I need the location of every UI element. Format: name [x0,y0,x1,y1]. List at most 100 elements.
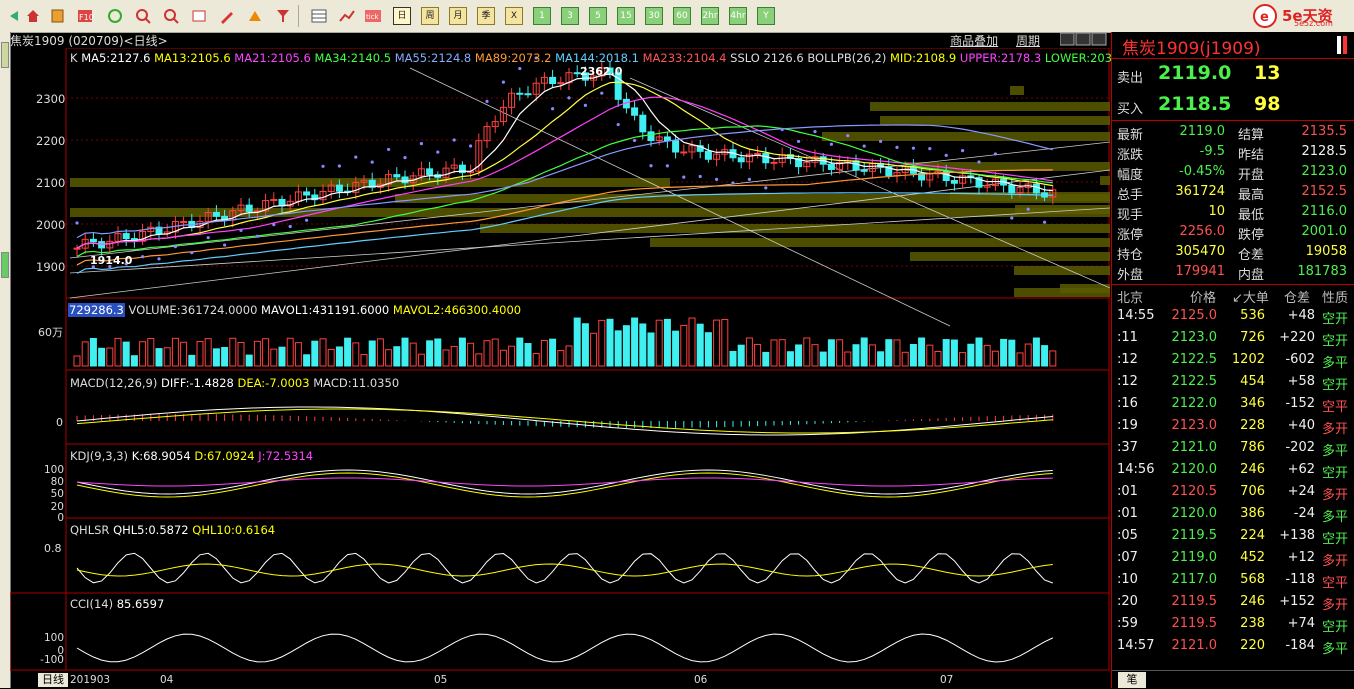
volume-bar [311,340,319,367]
sar-dot [747,177,752,181]
volume-bar [770,339,778,367]
candle-body [1008,184,1016,194]
period-30min-button[interactable]: 30 [645,7,663,25]
sar-dot [879,139,883,143]
period-2hr-button[interactable]: 2hr [701,7,719,25]
volume-bar [114,337,122,367]
line-chart-icon[interactable] [338,7,356,25]
y-tick-label: 1900 [36,260,66,274]
volume-bar [713,319,721,367]
period-x-button[interactable]: X [505,7,523,25]
stat-row: 涨跌 -9.5 昨结 2128.5 [1117,144,1347,163]
period-daily-button[interactable]: 日 [393,7,411,25]
period-60min-button[interactable]: 60 [673,7,691,25]
y-tick-label: 2000 [36,218,66,232]
sar-dot [485,99,489,103]
notebook-icon[interactable] [48,7,66,25]
volume-bar [434,338,442,367]
sidebar-tab[interactable] [1,252,9,278]
stat-row: 持仓 305470 仓差 19058 [1117,244,1347,263]
period-5min-button[interactable]: 5 [589,7,607,25]
trade-row: 14:57 2121.0 220 -184 多平 [1117,638,1349,657]
filter-icon[interactable] [274,7,292,25]
sar-dot [649,164,653,168]
volume-bar [171,337,179,367]
zoom-in-icon[interactable] [134,7,152,25]
volume-bar [319,338,327,367]
trade-row: :12 2122.5 454 +58 空开 [1117,374,1349,393]
kdj-tick-label: 100 [43,464,64,476]
refresh-icon[interactable] [106,7,124,25]
table-icon[interactable] [310,7,328,25]
stat-row: 总手 361724 最高 2152.5 [1117,184,1347,203]
volume-bar [532,353,540,367]
chart-area[interactable]: 焦炭1909 (020709)<日线> 商品叠加 周期 K MA5:2127.6… [10,32,1119,688]
volume-bar [827,339,835,367]
panel-frame [65,592,1110,671]
volume-bar [155,348,163,367]
f10-icon[interactable]: F10 [76,7,94,25]
tick-icon[interactable]: tick [364,7,382,25]
volume-bar [1041,345,1049,367]
draw-icon[interactable] [246,7,264,25]
volume-bar [762,351,770,367]
volume-bar [868,344,876,367]
volume-bar [786,351,794,367]
tick-tab[interactable]: 笔 [1118,672,1146,688]
period-15min-button[interactable]: 15 [617,7,635,25]
svg-text:tick: tick [366,13,380,21]
trade-row: :01 2120.0 386 -24 多平 [1117,506,1349,525]
stat-row: 现手 10 最低 2116.0 [1117,204,1347,223]
sar-dot [616,122,620,127]
volume-bar [81,341,89,367]
bid-row: 买入 2118.5 98 [1117,93,1281,117]
volume-bar [721,319,729,367]
candle-body [335,184,343,192]
trade-row: :01 2120.5 706 +24 多开 [1117,484,1349,503]
sidebar-tab[interactable] [1,42,9,68]
volume-bar [885,339,893,367]
daily-tab[interactable]: 日线 [38,673,68,687]
period-4hr-button[interactable]: 4hr [729,7,747,25]
volume-bar [1016,352,1024,367]
sar-dot [698,174,702,179]
nav-arrows-icon[interactable] [1060,32,1108,46]
period-1min-button[interactable]: 1 [533,7,551,25]
volume-bar [229,337,237,367]
volume-bar [745,337,753,367]
sar-dot [469,144,473,148]
volume-bar [991,350,999,367]
volume-bar [893,339,901,367]
pen-icon[interactable] [218,7,236,25]
zoom-out-icon[interactable] [162,7,180,25]
period-weekly-button[interactable]: 周 [421,7,439,25]
split-icon[interactable] [1337,36,1349,54]
window-icon[interactable] [190,7,208,25]
volume-bar [303,354,311,367]
volume-bar [204,338,212,367]
volume-bar [778,339,786,367]
stat-row: 外盘 179941 内盘 181783 [1117,264,1347,283]
period-quarter-button[interactable]: 季 [477,7,495,25]
sar-dot [1043,220,1047,224]
overlay-link[interactable]: 商品叠加 [950,34,998,48]
period-y-button[interactable]: Y [757,7,775,25]
candle-body [303,191,311,196]
volume-bar [631,317,639,367]
cci-line [76,633,1054,663]
period-link[interactable]: 周期 [1016,34,1040,48]
period-3min-button[interactable]: 3 [561,7,579,25]
volume-bar [327,348,335,367]
sar-dot [223,243,227,247]
period-monthly-button[interactable]: 月 [449,7,467,25]
volume-bar [549,338,557,367]
back-icon[interactable] [4,7,22,25]
kline-chart[interactable] [10,48,1110,688]
sar-dot [206,236,210,240]
volume-bar [942,339,950,367]
candle-body [704,150,712,160]
contract-title: 焦炭1909(j1909) [1122,39,1261,59]
home-icon[interactable] [24,7,42,25]
sar-dot [911,146,916,150]
qhlsr-line [76,552,1053,584]
